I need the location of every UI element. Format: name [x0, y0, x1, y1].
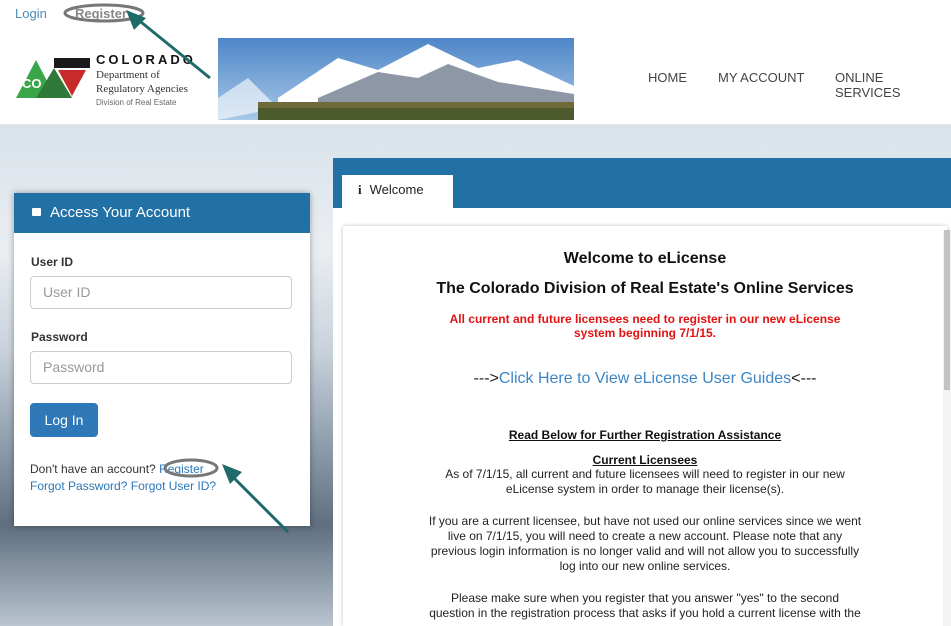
- info-icon: i: [358, 182, 362, 197]
- co-badge: CO: [22, 76, 42, 91]
- logo-state: COLORADO: [96, 52, 196, 67]
- nav-home[interactable]: HOME: [648, 70, 687, 85]
- nav-online-services[interactable]: ONLINE SERVICES: [835, 70, 951, 100]
- password-input[interactable]: Password: [30, 351, 292, 384]
- welcome-title: Welcome to eLicense: [563, 250, 727, 267]
- welcome-panel: Welcome to eLicense The Colorado Divisio…: [343, 226, 947, 626]
- highlight-ellipse-register: [163, 458, 219, 478]
- password-label: Password: [31, 330, 88, 344]
- p1-line2: eLicense system in order to manage their…: [505, 482, 785, 496]
- logo-dept-line2: Regulatory Agencies: [96, 83, 188, 95]
- site-header: DORA CO COLORADO Department of Regulator…: [0, 34, 951, 125]
- guide-suffix: <---: [791, 370, 817, 387]
- tab-welcome-label: Welcome: [369, 182, 424, 197]
- assist-heading: Read Below for Further Registration Assi…: [508, 428, 782, 442]
- no-account-text: Don't have an account?: [30, 462, 156, 476]
- p2-line2: live on 7/1/15, you will need to create …: [447, 529, 843, 543]
- user-guides-link[interactable]: Click Here to View eLicense User Guides: [499, 370, 791, 387]
- colorado-dora-logo[interactable]: DORA CO COLORADO Department of Regulator…: [14, 42, 214, 122]
- p3-line1: Please make sure when you register that …: [450, 591, 840, 605]
- lock-icon: [32, 208, 41, 216]
- p2-line3: previous login information is no longer …: [430, 544, 860, 558]
- tab-bar: i Welcome: [333, 158, 951, 211]
- logo-dept-line1: Department of: [96, 69, 160, 81]
- login-link[interactable]: Login: [15, 6, 47, 21]
- p2-line1: If you are a current licensee, but have …: [428, 514, 862, 528]
- login-panel-title: Access Your Account: [50, 204, 191, 221]
- content-scrollbar[interactable]: [943, 230, 951, 626]
- scrollbar-thumb[interactable]: [944, 230, 950, 390]
- top-bar: Login Register: [0, 0, 951, 34]
- current-licensees-heading: Current Licensees: [592, 453, 698, 467]
- p1-line1: As of 7/1/15, all current and future lic…: [445, 467, 845, 481]
- guide-prefix: --->: [473, 370, 499, 387]
- login-panel-header: Access Your Account: [14, 193, 310, 233]
- forgot-password-link[interactable]: Forgot Password?: [30, 479, 127, 493]
- mountain-banner-image: [218, 38, 574, 120]
- alert-line1: All current and future licensees need to…: [449, 312, 841, 326]
- dora-badge: DORA: [60, 48, 81, 55]
- welcome-content-area: i Welcome Welcome to eLicense The Colorad…: [333, 158, 951, 626]
- p3-line2: question in the registration process tha…: [429, 606, 861, 620]
- login-panel: Access Your Account User ID User ID Pass…: [14, 193, 310, 526]
- userid-label: User ID: [31, 255, 74, 269]
- tab-welcome[interactable]: i Welcome: [342, 175, 453, 211]
- welcome-subtitle: The Colorado Division of Real Estate's O…: [436, 280, 854, 297]
- alert-line2: system beginning 7/1/15.: [573, 326, 717, 340]
- userid-input[interactable]: User ID: [30, 276, 292, 309]
- nav-my-account[interactable]: MY ACCOUNT: [718, 70, 804, 85]
- logo-division: Division of Real Estate: [96, 98, 177, 107]
- p2-line4: log into our new online services.: [559, 559, 731, 573]
- forgot-userid-link[interactable]: Forgot User ID?: [131, 479, 216, 493]
- highlight-ellipse-top: [63, 3, 145, 23]
- login-button[interactable]: Log In: [30, 403, 98, 437]
